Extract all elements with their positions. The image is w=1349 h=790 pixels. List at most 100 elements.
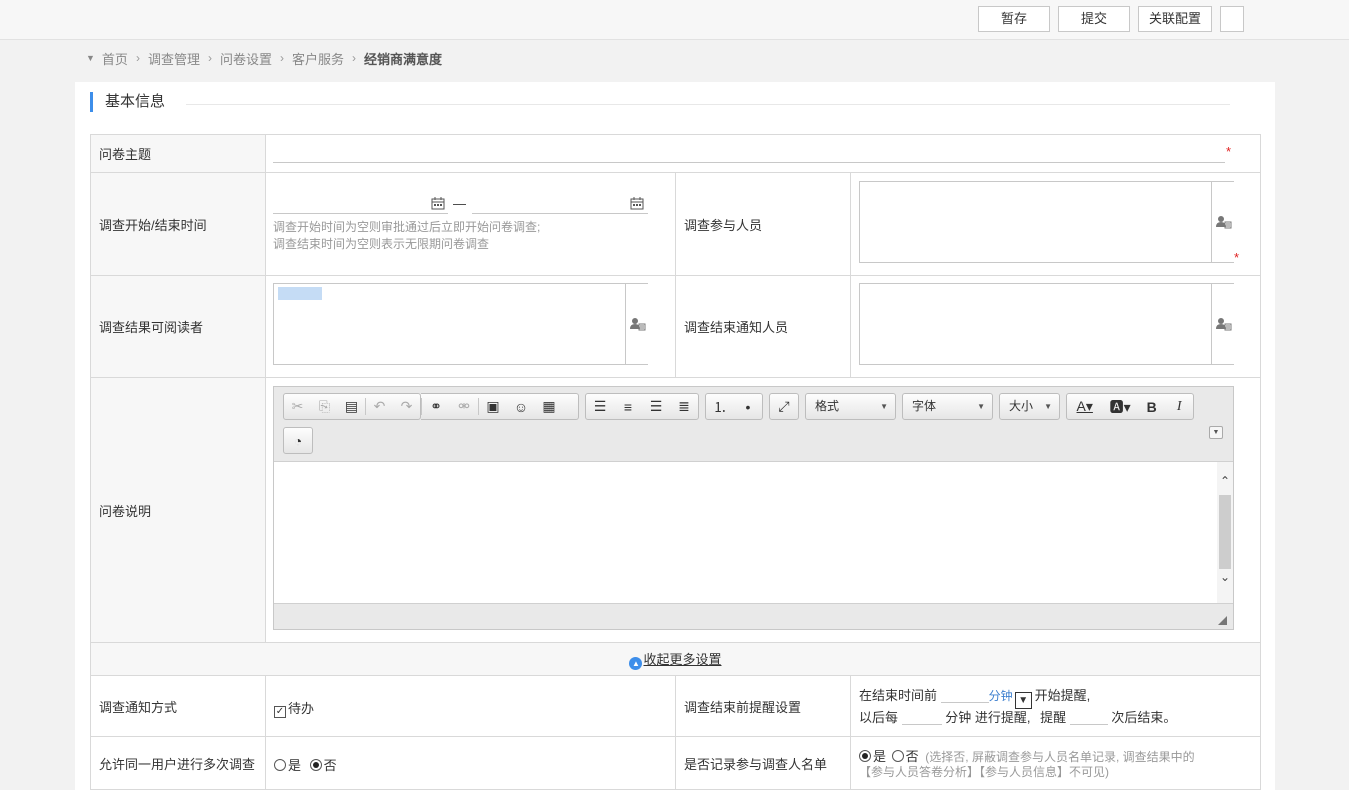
reminder-every-unit-text: 分钟 进行提醒, xyxy=(945,710,1031,725)
toolbar-collapse-icon[interactable]: ▼ xyxy=(1209,426,1223,439)
table-icon[interactable]: ▦ xyxy=(535,394,563,419)
participants-label-text: 调查参与人员 xyxy=(684,217,763,233)
select-notify-button[interactable] xyxy=(1211,284,1234,364)
editor-toolbar: ✂ ⎘ ▤ ↶ ↷ ⚭ ⚮ ▣ ☺ ▦ ☰ ≡ ☰ ≣ ⒈ • ⤢ 格式 ▼ 字… xyxy=(274,387,1233,462)
breadcrumb-home[interactable]: 首页 xyxy=(102,49,128,68)
breadcrumb-survey-management[interactable]: 调查管理 xyxy=(148,49,200,68)
caret-down-icon[interactable]: ▼ xyxy=(86,53,95,63)
reminder-label-text: 调查结束前提醒设置 xyxy=(684,699,802,715)
notify-method-cell: ✓ 待办 xyxy=(265,675,676,737)
start-time-input[interactable] xyxy=(273,213,448,214)
calendar-icon[interactable] xyxy=(431,197,445,210)
align-left-icon[interactable]: ☰ xyxy=(586,394,614,419)
select-readers-button[interactable] xyxy=(625,284,648,364)
text-color-icon[interactable]: A▾ xyxy=(1067,394,1102,419)
collapse-up-icon[interactable]: ▲ xyxy=(629,657,643,670)
align-center-icon[interactable]: ≡ xyxy=(614,394,642,419)
collapse-more-settings-link[interactable]: 收起更多设置 xyxy=(643,652,721,667)
format-dropdown-label: 格式 xyxy=(815,399,840,413)
chevron-right-icon: › xyxy=(135,51,140,65)
radio-no[interactable] xyxy=(309,759,322,771)
notify-label: 调查结束通知人员 xyxy=(675,275,851,378)
reminder-start-text: 开始提醒, xyxy=(1034,688,1091,703)
breadcrumb-current: 经销商满意度 xyxy=(363,51,442,67)
dropdown-arrow-icon: ▼ xyxy=(977,402,985,411)
user-select-icon xyxy=(1216,318,1232,331)
end-time-input[interactable] xyxy=(472,213,648,214)
scroll-up-icon[interactable]: ⌃ xyxy=(1217,474,1233,494)
maximize-icon[interactable]: ⤢ xyxy=(770,394,798,419)
pie-chart-icon[interactable]: ◔ xyxy=(284,428,312,453)
unlink-icon[interactable]: ⚮ xyxy=(450,394,478,419)
resize-handle-icon[interactable] xyxy=(1218,616,1227,625)
reminder-pre-text: 在结束时间前 xyxy=(859,688,938,703)
notify-todo-option[interactable]: ✓ 待办 xyxy=(274,698,314,718)
notify-input[interactable] xyxy=(859,283,1234,365)
submit-button[interactable]: 提交 xyxy=(1058,6,1130,32)
radio-yes[interactable] xyxy=(274,759,286,771)
chevron-right-icon: › xyxy=(351,51,356,65)
notify-todo-label: 待办 xyxy=(288,701,315,716)
radio-yes[interactable] xyxy=(859,750,871,762)
selected-reader-chip[interactable] xyxy=(278,287,322,300)
breadcrumb-customer-service[interactable]: 客户服务 xyxy=(292,49,344,68)
breadcrumb-questionnaire-settings[interactable]: 问卷设置 xyxy=(220,49,272,68)
record-participants-label-text: 是否记录参与调查人名单 xyxy=(684,756,828,772)
reminder-interval-input[interactable] xyxy=(901,709,942,725)
emoji-icon[interactable]: ☺ xyxy=(507,394,535,419)
desc-label-text: 问卷说明 xyxy=(99,503,152,519)
record-hint-2: 【参与人员答卷分析】【参与人员信息】不可见) xyxy=(859,765,1109,779)
readers-label-text: 调查结果可阅读者 xyxy=(99,320,204,335)
align-right-icon[interactable]: ☰ xyxy=(642,394,670,419)
insert-group: ⚭ ⚮ ▣ ☺ ▦ xyxy=(421,393,579,420)
desc-label: 问卷说明 xyxy=(90,377,266,643)
align-justify-icon[interactable]: ≣ xyxy=(670,394,698,419)
format-dropdown[interactable]: 格式 ▼ xyxy=(805,393,896,420)
bold-icon[interactable]: B xyxy=(1138,394,1166,419)
more-options-button[interactable] xyxy=(1220,6,1244,32)
calendar-icon[interactable] xyxy=(630,197,644,210)
subject-input[interactable] xyxy=(273,162,1225,163)
bullet-list-icon[interactable]: • xyxy=(734,394,762,419)
link-config-button[interactable]: 关联配置 xyxy=(1138,6,1212,32)
multi-survey-cell: 是 否 xyxy=(265,736,676,790)
reminder-times-text: 提醒 xyxy=(1040,710,1067,725)
list-group: ⒈ • xyxy=(705,393,763,420)
multi-survey-options: 是 否 xyxy=(274,755,337,774)
editor-content-area[interactable] xyxy=(274,462,1217,603)
scroll-thumb[interactable] xyxy=(1219,495,1231,569)
radio-no[interactable] xyxy=(891,750,904,762)
reminder-minutes-input[interactable] xyxy=(940,687,989,703)
cut-icon[interactable]: ✂ xyxy=(284,394,311,419)
notify-label-text: 调查结束通知人员 xyxy=(684,320,789,335)
editor-scrollbar[interactable]: ⌃ ⌄ xyxy=(1217,462,1233,603)
time-label-text: 调查开始/结束时间 xyxy=(99,217,207,233)
chevron-right-icon: › xyxy=(207,51,212,65)
rich-text-editor: ✂ ⎘ ▤ ↶ ↷ ⚭ ⚮ ▣ ☺ ▦ ☰ ≡ ☰ ≣ ⒈ • ⤢ 格式 ▼ 字… xyxy=(273,386,1234,630)
readers-input[interactable] xyxy=(273,283,648,365)
redo-icon[interactable]: ↷ xyxy=(393,394,420,419)
undo-icon[interactable]: ↶ xyxy=(366,394,393,419)
scroll-down-icon[interactable]: ⌄ xyxy=(1217,570,1233,590)
multi-no-label: 否 xyxy=(323,758,337,773)
italic-icon[interactable]: I xyxy=(1165,394,1193,419)
font-dropdown[interactable]: 字体 ▼ xyxy=(902,393,993,420)
paste-icon[interactable]: ▤ xyxy=(338,394,365,419)
ordered-list-icon[interactable]: ⒈ xyxy=(706,394,734,419)
size-dropdown[interactable]: 大小 ▼ xyxy=(999,393,1060,420)
select-participants-button[interactable] xyxy=(1211,182,1234,262)
checkbox-checked-icon[interactable]: ✓ xyxy=(274,706,286,718)
background-color-icon[interactable]: 🅰▾ xyxy=(1102,394,1137,419)
copy-icon[interactable]: ⎘ xyxy=(311,394,338,419)
breadcrumb: ▼ 首页 › 调查管理 › 问卷设置 › 客户服务 › 经销商满意度 xyxy=(86,49,442,67)
participants-input[interactable] xyxy=(859,181,1234,263)
notify-method-label: 调查通知方式 xyxy=(90,675,266,737)
link-icon[interactable]: ⚭ xyxy=(422,394,450,419)
record-participants-cell: 是 否 (选择否, 屏蔽调查参与人员名单记录, 调查结果中的 【参与人员答卷分析… xyxy=(850,736,1261,790)
save-draft-button[interactable]: 暂存 xyxy=(978,6,1050,32)
reminder-count-input[interactable] xyxy=(1069,709,1108,725)
reminder-line-2: 以后每 分钟 进行提醒, 提醒 次后结束。 xyxy=(859,707,1176,726)
image-icon[interactable]: ▣ xyxy=(479,394,507,419)
required-mark: * xyxy=(1234,250,1240,265)
dropdown-arrow-icon: ▼ xyxy=(1044,402,1052,411)
